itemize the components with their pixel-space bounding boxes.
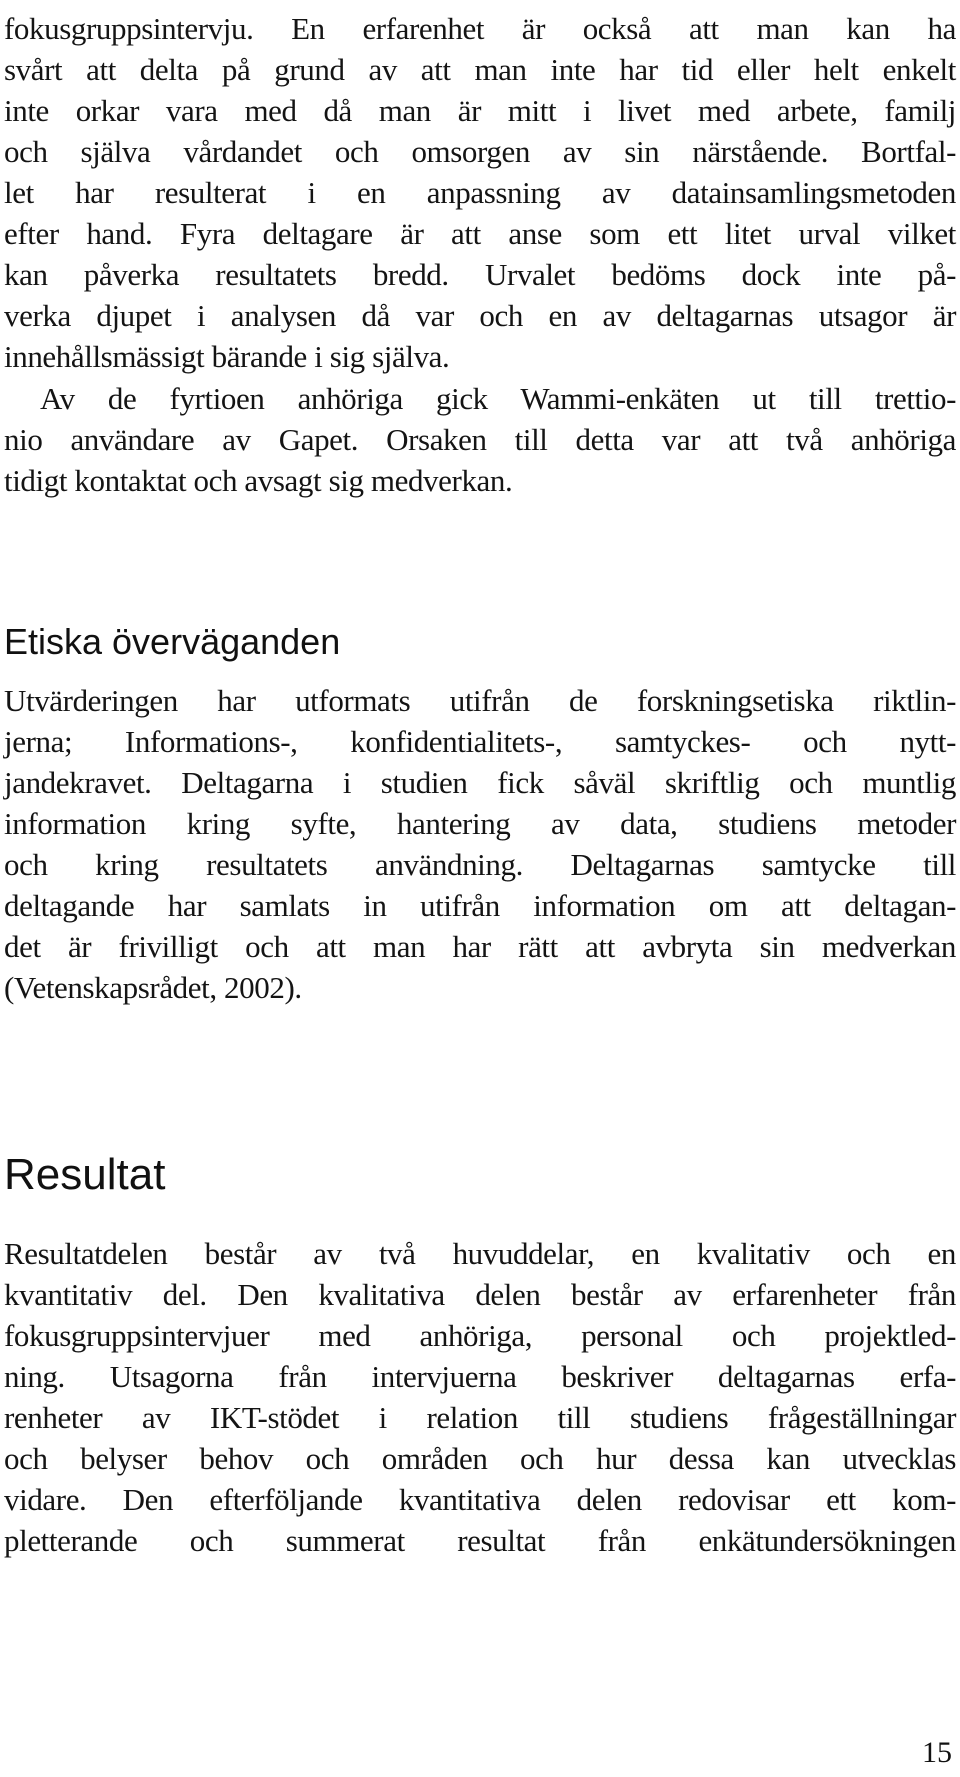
text-line: Utvärderingen har utformats utifrån de f…	[4, 683, 956, 718]
text-line: fokusgruppsintervju. En erfarenhet är oc…	[4, 11, 956, 46]
text-line: (Vetenskapsrådet, 2002).	[4, 970, 302, 1005]
text-line: ning. Utsagorna från intervjuerna beskri…	[4, 1359, 956, 1394]
text-line: deltagande har samlats in utifrån inform…	[4, 888, 956, 923]
text-line: jerna; Informations-, konfidentialitets-…	[4, 724, 956, 759]
page-number: 15	[922, 1736, 952, 1769]
text-line: det är frivilligt och att man har rätt a…	[4, 929, 956, 964]
text-line: innehållsmässigt bärande i sig själva.	[4, 339, 450, 374]
text-line: svårt att delta på grund av att man inte…	[4, 52, 956, 87]
text-line: och belyser behov och områden och hur de…	[4, 1441, 956, 1476]
text-line: fokusgruppsintervjuer med anhöriga, pers…	[4, 1318, 956, 1353]
text-line: vidare. Den efterföljande kvantitativa d…	[4, 1482, 956, 1517]
text-line: tidigt kontaktat och avsagt sig medverka…	[4, 463, 513, 498]
text-line: och kring resultatets användning. Deltag…	[4, 847, 956, 882]
text-line: let har resulterat i en anpassning av da…	[4, 175, 956, 210]
section-heading-results: Resultat	[4, 1150, 166, 1199]
section-heading-ethics: Etiska överväganden	[4, 621, 341, 662]
text-line: jandekravet. Deltagarna i studien fick s…	[4, 765, 956, 800]
text-line: och själva vårdandet och omsorgen av sin…	[4, 134, 956, 169]
text-line: Av de fyrtioen anhöriga gick Wammi-enkät…	[40, 381, 956, 416]
document-page: fokusgruppsintervju. En erfarenhet är oc…	[0, 0, 960, 1777]
text-line: Resultatdelen består av två huvuddelar, …	[4, 1236, 956, 1271]
text-line: verka djupet i analysen då var och en av…	[4, 298, 956, 333]
text-line: kan påverka resultatets bredd. Urvalet b…	[4, 257, 956, 292]
text-line: inte orkar vara med då man är mitt i liv…	[4, 93, 956, 128]
text-line: efter hand. Fyra deltagare är att anse s…	[4, 216, 956, 251]
text-line: pletterande och summerat resultat från e…	[4, 1523, 956, 1558]
text-line: information kring syfte, hantering av da…	[4, 806, 956, 841]
text-line: renheter av IKT-stödet i relation till s…	[4, 1400, 956, 1435]
text-line: kvantitativ del. Den kvalitativa delen b…	[4, 1277, 956, 1312]
text-line: nio användare av Gapet. Orsaken till det…	[4, 422, 956, 457]
